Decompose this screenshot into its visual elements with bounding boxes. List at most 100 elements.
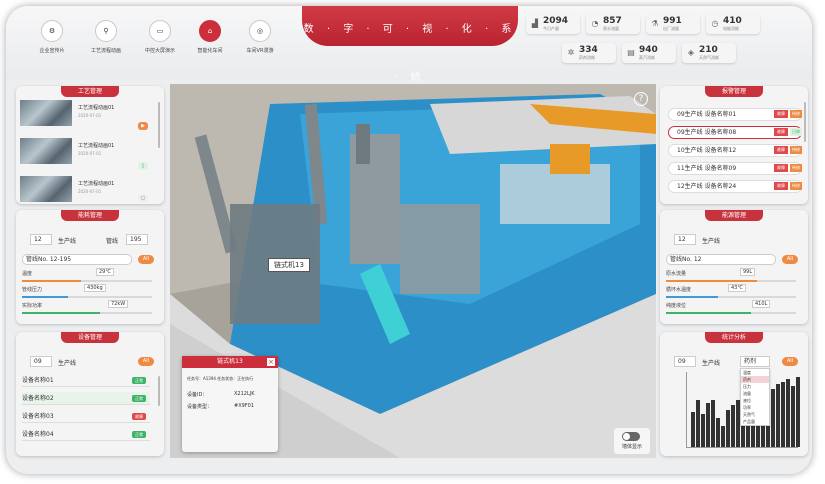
machine-label[interactable]: 链式机13 (268, 258, 310, 272)
action-badge[interactable]: 待修 (790, 182, 802, 190)
video-thumbnail[interactable] (20, 176, 72, 202)
status-badge: 故障 (774, 110, 788, 118)
panel-title: 能源管理 (705, 210, 763, 221)
panel-title: 设备管理 (61, 332, 119, 343)
chart-bar (711, 400, 715, 447)
video-title[interactable]: 工艺流程动画01 (78, 180, 114, 187)
stat-value: 857 (603, 15, 622, 26)
dropdown-option[interactable]: 产品量 (741, 418, 769, 425)
stat-value: 410 (723, 15, 742, 26)
device-row[interactable]: 设备名称03 故障 (22, 410, 150, 423)
tag-icon: ◈ (687, 48, 695, 57)
video-date: 2020-07-01 (78, 113, 102, 118)
scrollbar[interactable] (158, 376, 160, 406)
chart-bar (731, 405, 735, 447)
progress-fill (22, 280, 81, 282)
action-badge[interactable]: 待修 (790, 164, 802, 172)
pipe-label: 管线 (106, 238, 119, 245)
stat-raw-water: ◔ 857 原水流量 (586, 14, 640, 34)
nav-promo-video[interactable]: ⚙ 企业宣传片 (28, 20, 76, 54)
line-number-input[interactable]: 09 (30, 356, 52, 367)
stop-icon[interactable]: ◻ (138, 194, 148, 202)
toggle-switch[interactable] (622, 432, 640, 441)
dropdown-option[interactable]: 天然气 (741, 411, 769, 418)
metric-value: 29℃ (96, 268, 114, 276)
all-button[interactable]: All (138, 357, 154, 366)
metric-dropdown[interactable]: 药剂 (740, 356, 770, 367)
video-title[interactable]: 工艺流程动画01 (78, 142, 114, 149)
metric-value: 43℃ (728, 284, 746, 292)
dropdown-option[interactable]: 功率 (741, 404, 769, 411)
popup-title: 链式机13 (182, 356, 278, 368)
dropdown-option[interactable]: 温度 (741, 369, 769, 376)
nav-process-animation[interactable]: ⚲ 工艺流程动画 (82, 20, 130, 54)
stat-value: 210 (699, 44, 718, 55)
screen-icon: ▭ (149, 20, 171, 42)
video-thumbnail[interactable] (20, 100, 72, 126)
alarm-line: 09生产线 (677, 111, 703, 118)
progress-bar (666, 296, 796, 298)
dropdown-option[interactable]: 压力 (741, 383, 769, 390)
pipe-select[interactable]: 管线No. 12-195 (22, 254, 132, 265)
panel-title: 能耗管理 (61, 210, 119, 221)
device-row[interactable]: 设备名称04 正常 (22, 428, 150, 441)
dropdown-option[interactable]: 流量 (741, 390, 769, 397)
alarm-device: 设备名称12 (704, 147, 737, 154)
close-icon[interactable]: × (267, 358, 275, 366)
help-icon[interactable]: ? (634, 92, 648, 106)
nav-label: 智能化车间 (197, 48, 223, 54)
toggle-label: 墙体显示 (621, 444, 642, 450)
progress-fill (666, 296, 718, 298)
scrollbar[interactable] (804, 102, 806, 142)
video-thumbnail[interactable] (20, 138, 72, 164)
stat-label: 药剂消耗 (579, 54, 595, 60)
panel-title: 工艺管理 (61, 86, 119, 97)
material-panel: 能源管理 12 生产线 管线No. 12 All 原水流量 99L 循环水温度 … (660, 210, 808, 324)
chart-bar (706, 402, 710, 447)
nav-label: 工艺流程动画 (90, 48, 121, 54)
action-badge[interactable]: 已修 (790, 128, 802, 136)
line-number-input[interactable]: 12 (30, 234, 52, 245)
status-badge: 正常 (132, 395, 146, 402)
scrollbar[interactable] (158, 102, 160, 148)
pipe-number-input[interactable]: 195 (126, 234, 148, 245)
status-badge: 正常 (132, 431, 146, 438)
line-number-input[interactable]: 09 (674, 356, 696, 367)
line-number-input[interactable]: 12 (674, 234, 696, 245)
type-label: 设备类型： (187, 404, 213, 410)
app-frame: ⚙ 企业宣传片 ⚲ 工艺流程动画 ▭ 中控大屏演示 ⌂ 智能化车间 ◎ 车间VR… (6, 6, 812, 474)
chart-bar (786, 379, 790, 447)
alarm-line: 09生产线 (677, 129, 703, 136)
device-row[interactable]: 设备名称01 正常 (22, 374, 150, 387)
wall-toggle[interactable]: 墙体显示 (614, 428, 650, 454)
all-button[interactable]: All (138, 255, 154, 264)
metric-value: 430kg (84, 284, 106, 292)
energy-panel: 能耗管理 12 生产线 管线 195 管线No. 12-195 All 温度 2… (16, 210, 164, 324)
speed-icon: ◔ (591, 19, 599, 28)
action-badge[interactable]: 待修 (790, 110, 802, 118)
nav-vr-tour[interactable]: ◎ 车间VR漫游 (236, 20, 284, 54)
nav-smart-workshop[interactable]: ⌂ 智能化车间 (186, 20, 234, 54)
id-label: 设备ID： (187, 392, 208, 398)
device-row[interactable]: 设备名称02 正常 (22, 392, 150, 405)
factory-3d-view[interactable]: 链式机13 ? 链式机13 × 任务号：A1394 任务状态：正在执行 设备ID… (170, 84, 656, 458)
play-icon[interactable]: ▶ (138, 122, 148, 130)
vr-icon: ◎ (249, 20, 271, 42)
dropdown-option[interactable]: 液位 (741, 397, 769, 404)
chart-bar (796, 377, 800, 447)
pause-icon[interactable]: ▯ (138, 162, 148, 170)
gear-icon: ✲ (567, 48, 575, 57)
video-title[interactable]: 工艺流程动画01 (78, 104, 114, 111)
chart-bar (716, 417, 720, 447)
stat-output: ▟ 2094 今日产量 (526, 14, 580, 34)
all-button[interactable]: All (782, 357, 798, 366)
nav-control-screen[interactable]: ▭ 中控大屏演示 (136, 20, 184, 54)
dropdown-option[interactable]: 药剂 (741, 376, 769, 383)
all-button[interactable]: All (782, 255, 798, 264)
action-badge[interactable]: 待修 (790, 146, 802, 154)
chart-bar (726, 409, 730, 447)
pipe-select[interactable]: 管线No. 12 (666, 254, 776, 265)
nav-label: 中控大屏演示 (144, 48, 175, 54)
stat-power: ◷ 410 电能消耗 (706, 14, 760, 34)
nav-label: 企业宣传片 (39, 48, 65, 54)
